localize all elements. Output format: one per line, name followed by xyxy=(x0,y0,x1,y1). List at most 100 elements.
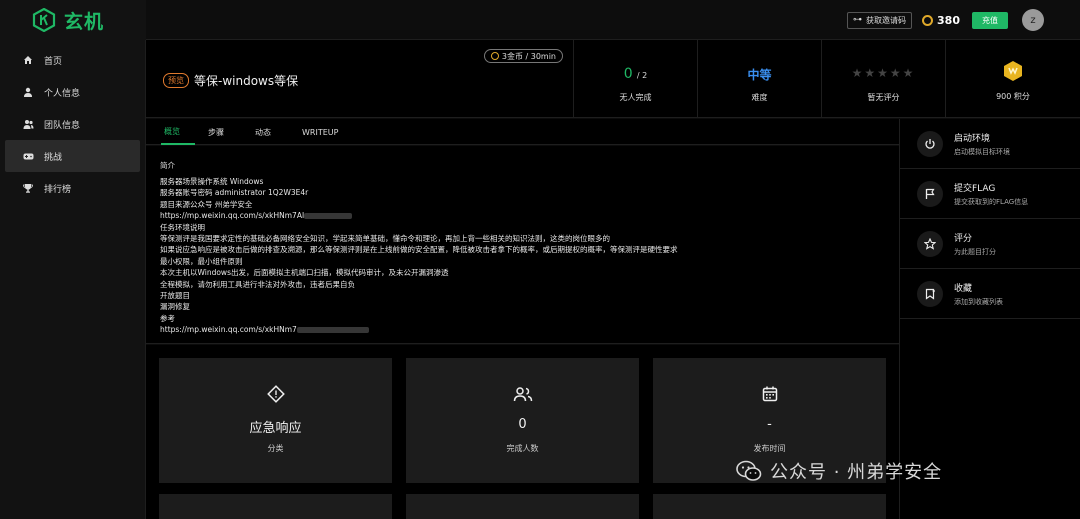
rating-stars-icon: ★★★★★ xyxy=(851,66,916,80)
sidebar-item-label: 团队信息 xyxy=(44,120,81,131)
recharge-button[interactable]: 充值 xyxy=(972,11,1008,29)
completions-card: 0 完成人数 xyxy=(406,358,639,483)
preview-tag: 预览 xyxy=(163,73,189,88)
redacted-blur xyxy=(304,213,353,220)
submit-flag-button[interactable]: 提交FLAG 提交获取到的FLAG信息 xyxy=(900,169,1080,219)
sidebar-item-team[interactable]: 团队信息 xyxy=(0,108,145,140)
tab-writeup[interactable]: WRITEUP xyxy=(299,119,356,145)
action-subtitle: 为此题目打分 xyxy=(954,247,996,256)
description-link-row: https://mp.weixin.qq.com/s/xkHNm7AI xyxy=(160,210,899,221)
cost-badge: 3金币 / 30min xyxy=(483,49,563,63)
description-line: 参考 xyxy=(160,313,175,323)
description-line: 任务环境说明 xyxy=(160,222,205,232)
coin-icon xyxy=(922,14,934,26)
challenge-title-box: 3金币 / 30min 预览 等保-windows等保 xyxy=(146,40,574,118)
action-title: 评分 xyxy=(954,233,973,244)
trophy-icon xyxy=(22,183,34,193)
points-label: 900 积分 xyxy=(996,92,1030,101)
category-card: 应急响应 分类 xyxy=(159,358,392,483)
description-line: 开放题目 xyxy=(160,291,190,301)
description-panel: 简介 服务器场景操作系统 Windows 服务器账号密码 administrat… xyxy=(146,146,899,344)
sidebar-item-challenge[interactable]: 挑战 xyxy=(5,140,140,172)
tab-activity[interactable]: 动态 xyxy=(252,119,289,145)
description-heading: 简介 xyxy=(160,161,175,170)
sidebar-item-label: 挑战 xyxy=(44,152,63,163)
medal-icon xyxy=(1004,61,1022,81)
completions-value: 0 xyxy=(518,417,527,432)
publish-date-label: 发布时间 xyxy=(753,444,786,453)
coin-balance: 380 xyxy=(937,13,960,27)
difficulty-stat: 中等 难度 xyxy=(698,40,822,118)
description-line: 服务器账号密码 administrator 1Q2W3E4r xyxy=(160,188,309,198)
solved-stat: 0 / 2 无人完成 xyxy=(574,40,698,118)
logo-icon xyxy=(32,8,56,32)
wechat-icon xyxy=(736,460,762,481)
action-title: 收藏 xyxy=(954,283,973,294)
description-line: 漏洞修复 xyxy=(160,302,190,312)
sidebar-item-leaderboard[interactable]: 排行榜 xyxy=(0,172,145,204)
key-icon: ⊶ xyxy=(853,15,863,25)
sidebar-item-label: 排行榜 xyxy=(44,184,72,195)
team-icon xyxy=(22,119,34,129)
bookmark-icon xyxy=(917,280,943,307)
user-icon xyxy=(22,87,34,97)
category-label: 分类 xyxy=(267,444,284,453)
rate-button[interactable]: 评分 为此题目打分 xyxy=(900,219,1080,269)
sidebar-item-label: 个人信息 xyxy=(44,88,81,99)
rating-label: 暂无评分 xyxy=(867,93,900,102)
action-subtitle: 提交获取到的FLAG信息 xyxy=(954,197,1029,206)
sidebar: 首页 个人信息 团队信息 挑战 排行榜 xyxy=(0,40,146,519)
sidebar-item-profile[interactable]: 个人信息 xyxy=(0,76,145,108)
description-link[interactable]: https://mp.weixin.qq.com/s/xkHNm7AI xyxy=(160,211,304,220)
challenge-header: 3金币 / 30min 预览 等保-windows等保 0 / 2 无人完成 中… xyxy=(146,40,1080,118)
cost-label: 3金币 / 30min xyxy=(501,51,556,61)
challenge-title: 等保-windows等保 xyxy=(194,74,299,88)
description-link-row: https://mp.weixin.qq.com/s/xkHNm7 xyxy=(160,324,899,335)
action-subtitle: 启动模拟目标环境 xyxy=(954,147,1010,156)
description-line: 等保测评是我国要求定性的基础必备网络安全知识，学起来简单基础，懂命令和理论，再加… xyxy=(160,234,610,244)
description-line: 如果说应急响应是被攻击后做的排查及溯源，那么等保测评则是在上线前做的安全配置，降… xyxy=(160,245,678,255)
action-title: 提交FLAG xyxy=(954,183,996,194)
info-cards: 应急响应 分类 0 完成人数 - 发布时间 xyxy=(146,345,899,519)
gamepad-icon xyxy=(22,152,34,161)
top-right-controls: ⊶ 获取邀请码 380 充值 z xyxy=(847,9,1044,31)
top-bar: 玄机 ⊶ 获取邀请码 380 充值 z xyxy=(0,0,1080,40)
watermark: 公众号 · 州弟学安全 xyxy=(736,458,942,484)
description-link[interactable]: https://mp.weixin.qq.com/s/xkHNm7 xyxy=(160,325,297,334)
solved-label: 无人完成 xyxy=(619,93,652,102)
points-stat: 900 积分 xyxy=(946,40,1080,118)
solved-count: 0 xyxy=(623,66,633,82)
users-icon xyxy=(513,387,532,402)
power-icon xyxy=(917,130,943,157)
description-line: 全程模拟，请勿利用工具进行非法对外攻击，违者后果自负 xyxy=(160,279,355,289)
solved-total: / 2 xyxy=(636,71,648,80)
bookmark-button[interactable]: 收藏 添加到收藏列表 xyxy=(900,269,1080,319)
star-icon xyxy=(917,230,943,257)
description-line: 最小权限，最小组件原则 xyxy=(160,256,243,266)
flag-icon xyxy=(917,180,943,207)
info-card-placeholder xyxy=(406,494,639,519)
brand-name: 玄机 xyxy=(64,10,105,33)
rating-stat: ★★★★★ 暂无评分 xyxy=(822,40,946,118)
category-value: 应急响应 xyxy=(249,421,302,436)
redacted-blur xyxy=(296,327,369,334)
start-environment-button[interactable]: 启动环境 启动模拟目标环境 xyxy=(900,119,1080,169)
alert-diamond-icon xyxy=(266,385,285,403)
tab-overview[interactable]: 概览 xyxy=(161,119,195,145)
difficulty-label: 难度 xyxy=(751,93,768,102)
tab-bar: 概览 步骤 动态 WRITEUP xyxy=(146,119,899,145)
info-card-placeholder xyxy=(653,494,886,519)
avatar[interactable]: z xyxy=(1022,9,1044,31)
calendar-icon xyxy=(762,386,777,402)
tab-steps[interactable]: 步骤 xyxy=(205,119,242,145)
description-line: 服务器场景操作系统 Windows xyxy=(160,177,264,186)
info-card-placeholder xyxy=(159,494,392,519)
watermark-text: 公众号 · 州弟学安全 xyxy=(770,462,943,483)
brand[interactable]: 玄机 xyxy=(0,0,146,40)
sidebar-item-home[interactable]: 首页 xyxy=(0,44,145,76)
difficulty-value: 中等 xyxy=(747,68,772,82)
coin-icon xyxy=(490,52,499,60)
invite-code-button[interactable]: ⊶ 获取邀请码 xyxy=(847,11,913,29)
description-line: 本次主机以Windows出发，后面模拟主机端口扫描，模拟代码审计，及未公开漏洞渗… xyxy=(160,268,449,278)
sidebar-item-label: 首页 xyxy=(44,56,63,67)
